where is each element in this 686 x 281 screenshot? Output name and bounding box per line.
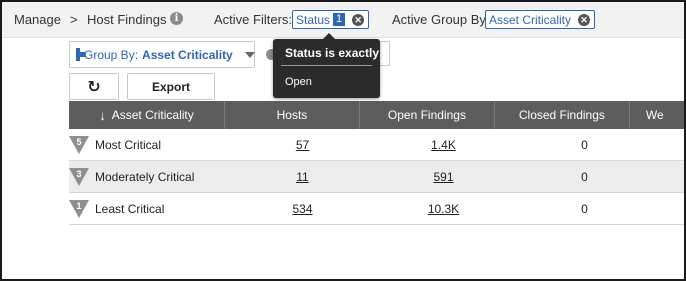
column-header-asset-criticality[interactable]: ↓ Asset Criticality <box>69 101 225 129</box>
open-findings-cell: 10.3K <box>373 193 514 224</box>
hosts-link[interactable]: 534 <box>292 202 312 216</box>
column-header-open-findings[interactable]: Open Findings <box>360 101 495 129</box>
findings-table: ↓ Asset Criticality Hosts Open Findings … <box>69 101 684 225</box>
group-by-icon <box>76 48 85 61</box>
status-filter-chip[interactable]: Status 1 ✕ <box>292 10 370 29</box>
table-row: 5 Most Critical 57 1.4K 0 <box>69 129 684 161</box>
criticality-name: Moderately Critical <box>95 169 195 184</box>
tooltip-value: Open <box>285 76 312 88</box>
active-group-by-label: Active Group By: <box>392 12 490 27</box>
table-row: 1 Least Critical 534 10.3K 0 <box>69 193 684 225</box>
criticality-cell: 3 Moderately Critical <box>69 161 232 192</box>
breadcrumb-separator: > <box>70 12 78 27</box>
group-by-value: Asset Criticality <box>142 47 233 62</box>
filter-tooltip: Status is exactly Open <box>273 33 380 98</box>
open-findings-cell: 591 <box>373 161 514 192</box>
remove-filter-icon[interactable]: ✕ <box>352 13 365 26</box>
breadcrumb-manage[interactable]: Manage <box>14 12 61 27</box>
open-findings-link[interactable]: 1.4K <box>431 138 456 152</box>
column-header-truncated[interactable]: We <box>630 101 684 129</box>
info-icon[interactable]: i <box>170 12 183 25</box>
status-filter-label: Status <box>296 12 331 27</box>
hidden-control-edge[interactable] <box>380 41 390 66</box>
closed-findings-cell: 0 <box>581 137 588 152</box>
column-header-hosts[interactable]: Hosts <box>225 101 360 129</box>
export-button[interactable]: Export <box>127 73 215 100</box>
column-header-closed-findings[interactable]: Closed Findings <box>495 101 630 129</box>
group-by-dropdown[interactable]: Group By: Asset Criticality <box>69 41 255 68</box>
criticality-level-icon: 5 <box>69 135 89 154</box>
app-frame: Manage > Host Findings i Active Filters:… <box>0 0 686 281</box>
criticality-cell: 5 Most Critical <box>69 129 232 160</box>
hosts-cell: 57 <box>232 129 373 160</box>
criticality-cell: 1 Least Critical <box>69 193 232 224</box>
hosts-link[interactable]: 57 <box>296 138 309 152</box>
criticality-name: Least Critical <box>95 201 165 216</box>
group-by-label: Group By: <box>84 47 139 62</box>
group-by-chip[interactable]: Asset Criticality ✕ <box>485 10 596 29</box>
chevron-down-icon <box>244 51 255 58</box>
table-row: 3 Moderately Critical 11 591 0 <box>69 161 684 193</box>
group-by-chip-label: Asset Criticality <box>489 12 572 27</box>
closed-findings-cell: 0 <box>581 169 588 184</box>
criticality-level-icon: 3 <box>69 167 89 186</box>
open-findings-cell: 1.4K <box>373 129 514 160</box>
hosts-cell: 11 <box>232 161 373 192</box>
tooltip-title: Status is exactly <box>285 46 380 60</box>
tooltip-divider <box>281 65 372 66</box>
table-header: ↓ Asset Criticality Hosts Open Findings … <box>69 101 684 129</box>
refresh-icon: ↻ <box>87 77 101 96</box>
page-title: Host Findings <box>87 12 167 27</box>
open-findings-link[interactable]: 591 <box>433 170 453 184</box>
remove-group-icon[interactable]: ✕ <box>578 13 591 26</box>
criticality-name: Most Critical <box>95 137 162 152</box>
closed-findings-cell: 0 <box>581 201 588 216</box>
criticality-level-icon: 1 <box>69 199 89 218</box>
filter-count-badge: 1 <box>333 13 346 26</box>
hosts-link[interactable]: 11 <box>296 170 308 184</box>
top-bar: Manage > Host Findings i Active Filters:… <box>2 2 684 38</box>
sort-down-icon: ↓ <box>99 107 106 123</box>
active-filters-label: Active Filters: <box>214 12 293 27</box>
hosts-cell: 534 <box>232 193 373 224</box>
refresh-button[interactable]: ↻ <box>69 73 119 100</box>
open-findings-link[interactable]: 10.3K <box>428 202 459 216</box>
